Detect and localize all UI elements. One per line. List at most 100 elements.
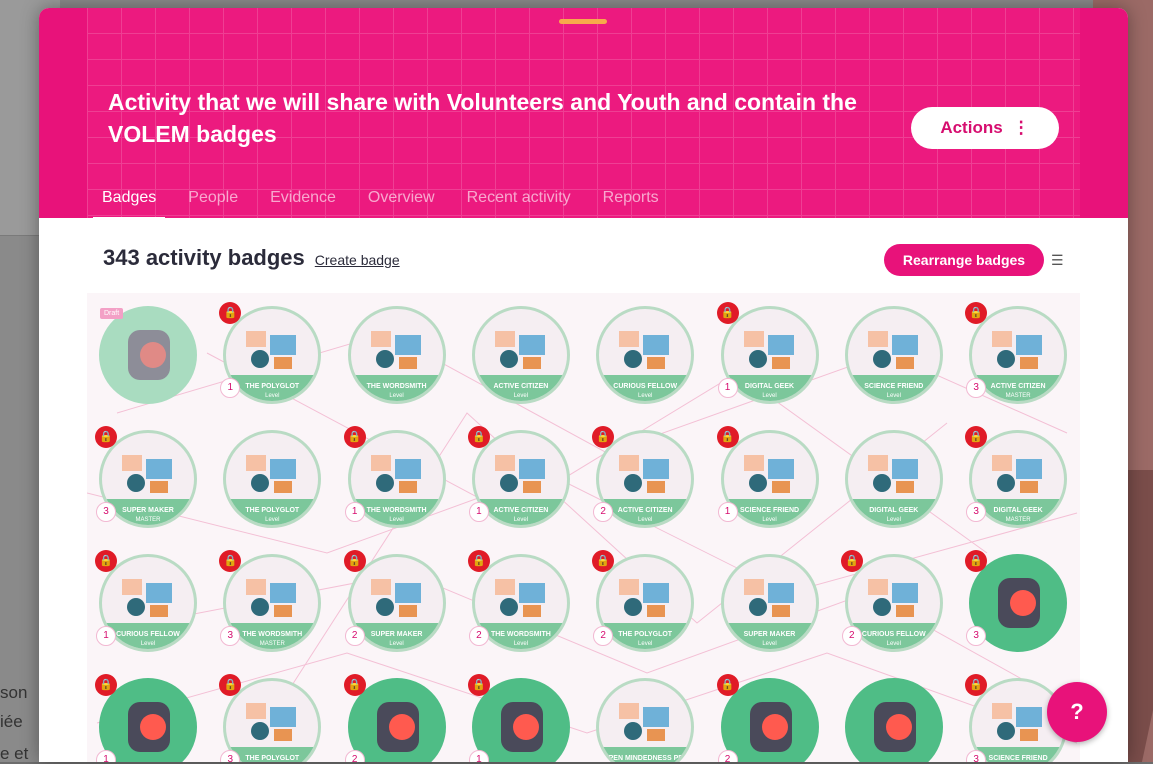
badge-item[interactable]: THE POLYGLOT 🔒 3 bbox=[219, 674, 322, 762]
badge-name: THE WORDSMITH bbox=[490, 631, 551, 638]
badge-image: DIGITAL GEEK Level bbox=[844, 430, 943, 528]
lock-icon: 🔒 bbox=[95, 426, 117, 448]
badge-item[interactable]: THE POLYGLOT Level 🔒 1 bbox=[219, 302, 322, 404]
lock-icon: 🔒 bbox=[965, 550, 988, 572]
badge-item[interactable]: 🔒 1 bbox=[95, 674, 197, 762]
rearrange-badges-button[interactable]: Rearrange badges bbox=[884, 244, 1044, 276]
badge-name: ACTIVE CITIZEN bbox=[493, 507, 549, 514]
tab-badges[interactable]: Badges bbox=[93, 186, 166, 220]
badge-item[interactable]: DIGITAL GEEK MASTER 🔒 3 bbox=[965, 426, 1068, 528]
lock-icon: 🔒 bbox=[840, 550, 863, 572]
badge-item[interactable]: THE POLYGLOT Level 🔒 2 bbox=[592, 550, 695, 652]
badge-level-number: 1 bbox=[468, 502, 489, 522]
badge-name: THE POLYGLOT bbox=[245, 755, 300, 762]
badge-level-number: 2 bbox=[344, 750, 365, 762]
badge-item[interactable]: ACTIVE CITIZEN Level 🔒 1 bbox=[467, 426, 570, 528]
badge-item[interactable]: DIGITAL GEEK Level bbox=[844, 430, 943, 528]
badge-caption: Level bbox=[638, 517, 653, 523]
badge-caption: Level bbox=[513, 517, 529, 523]
badge-item[interactable]: THE WORDSMITH Level 🔒 1 bbox=[343, 426, 446, 528]
badge-item[interactable]: ACTIVE CITIZEN Level 🔒 2 bbox=[592, 426, 695, 528]
create-badge-link[interactable]: Create badge bbox=[315, 252, 400, 268]
badge-item[interactable]: DIGITAL GEEK Level 🔒 1 bbox=[716, 302, 819, 404]
badge-name: DIGITAL GEEK bbox=[993, 507, 1043, 514]
drag-handle[interactable] bbox=[559, 19, 607, 24]
badge-level-number: 2 bbox=[841, 626, 862, 646]
badge-item[interactable]: ACTIVE CITIZEN MASTER 🔒 3 bbox=[965, 302, 1068, 404]
badge-caption: Level bbox=[886, 517, 901, 523]
more-vertical-icon: ⋮ bbox=[1012, 118, 1030, 137]
lock-icon: 🔒 bbox=[965, 426, 988, 448]
badge-item[interactable]: SUPER MAKER MASTER 🔒 3 bbox=[95, 426, 197, 528]
badge-caption: Level bbox=[762, 517, 777, 523]
badge-name: SUPER MAKER bbox=[122, 507, 174, 514]
badge-item[interactable]: CURIOUS FELLOW Level 🔒 2 bbox=[840, 550, 943, 652]
tab-evidence[interactable]: Evidence bbox=[261, 186, 345, 220]
badge-item[interactable]: SCIENCE FRIEND Level 🔒 1 bbox=[716, 426, 819, 528]
badge-name: SUPER MAKER bbox=[743, 631, 796, 638]
badge-caption: MASTER bbox=[1005, 517, 1031, 523]
badge-caption: MASTER bbox=[135, 517, 161, 523]
badge-item[interactable]: SCIENCE FRIEND Level bbox=[844, 306, 943, 404]
badge-item[interactable]: Draft bbox=[99, 306, 197, 404]
badge-name: SCIENCE FRIEND bbox=[988, 755, 1048, 762]
badge-name: ACTIVE CITIZEN bbox=[990, 383, 1046, 390]
badge-item[interactable]: SUPER MAKER Level bbox=[720, 554, 819, 652]
badge-item[interactable]: THE WORDSMITH Level bbox=[347, 306, 446, 404]
actions-button[interactable]: Actions ⋮ bbox=[911, 107, 1059, 149]
badge-name: SCIENCE FRIEND bbox=[864, 383, 924, 390]
tab-people[interactable]: People bbox=[179, 186, 247, 220]
badge-level-number: 1 bbox=[468, 750, 489, 762]
badge-item[interactable]: SUPER MAKER Level 🔒 2 bbox=[343, 550, 446, 652]
badge-caption: Level bbox=[638, 641, 653, 647]
lock-icon: 🔒 bbox=[965, 302, 988, 324]
badge-caption: Level bbox=[389, 641, 404, 647]
badge-item[interactable]: THE POLYGLOT Level bbox=[223, 430, 322, 528]
badge-caption: Level bbox=[513, 641, 529, 647]
tab-recent-activity[interactable]: Recent activity bbox=[458, 186, 580, 220]
tab-bar: Badges People Evidence Overview Recent a… bbox=[93, 186, 682, 220]
badge-item[interactable]: 🔒 3 bbox=[965, 550, 1068, 652]
badge-name: CURIOUS FELLOW bbox=[861, 631, 926, 638]
badge-level-number: 2 bbox=[468, 626, 489, 646]
list-view-icon[interactable]: ☰ bbox=[1051, 252, 1064, 269]
badge-logo-image bbox=[99, 306, 197, 404]
badge-caption: Level bbox=[638, 393, 653, 399]
lock-icon: 🔒 bbox=[343, 674, 366, 696]
badge-caption: Level bbox=[265, 517, 280, 523]
tab-reports[interactable]: Reports bbox=[594, 186, 668, 220]
badge-item[interactable]: ACTIVE CITIZEN Level bbox=[471, 306, 570, 404]
badge-caption: Level bbox=[389, 517, 404, 523]
badge-item[interactable]: CURIOUS FELLOW Level 🔒 1 bbox=[95, 550, 197, 652]
lock-icon: 🔒 bbox=[965, 674, 988, 696]
badge-caption: Level bbox=[513, 393, 529, 399]
badge-item[interactable]: THE WORDSMITH MASTER 🔒 3 bbox=[219, 550, 322, 652]
badge-item[interactable]: CURIOUS FELLOW Level bbox=[596, 306, 695, 404]
badge-name: SUPER MAKER bbox=[370, 631, 423, 638]
badge-image: SUPER MAKER Level bbox=[720, 554, 819, 652]
badge-item[interactable]: 🔒 2 bbox=[716, 674, 819, 762]
badge-item[interactable]: OPEN MINDEDNESS PROMOTER bbox=[596, 678, 695, 762]
badge-item[interactable] bbox=[844, 678, 943, 762]
help-button[interactable]: ? bbox=[1047, 682, 1107, 742]
badge-image: THE WORDSMITH Level bbox=[347, 306, 446, 404]
badge-level-number: 2 bbox=[344, 626, 365, 646]
badge-item[interactable]: 🔒 2 bbox=[343, 674, 446, 762]
activity-header: Activity that we will share with Volunte… bbox=[39, 8, 1128, 220]
badge-image: THE POLYGLOT Level bbox=[223, 430, 322, 528]
badge-level-number: 3 bbox=[96, 502, 116, 522]
badge-name: THE WORDSMITH bbox=[242, 631, 303, 638]
badge-name: THE POLYGLOT bbox=[245, 383, 300, 390]
badge-level-number: 3 bbox=[966, 378, 987, 398]
lock-icon: 🔒 bbox=[467, 426, 490, 448]
badges-count-title: 343 activity badges bbox=[103, 245, 305, 270]
badge-item[interactable]: THE WORDSMITH Level 🔒 2 bbox=[467, 550, 570, 652]
badge-image: OPEN MINDEDNESS PROMOTER bbox=[596, 678, 695, 762]
badge-item[interactable]: 🔒 1 bbox=[467, 674, 570, 762]
tab-overview[interactable]: Overview bbox=[359, 186, 444, 220]
badge-name: SCIENCE FRIEND bbox=[739, 507, 800, 514]
badge-grid: Draft THE POLYGLOT Level 🔒 1 THE WORDSMITH Lev… bbox=[87, 293, 1080, 762]
lock-icon: 🔒 bbox=[95, 550, 117, 572]
badge-level-number: 1 bbox=[96, 626, 116, 646]
badge-caption: MASTER bbox=[259, 641, 285, 647]
